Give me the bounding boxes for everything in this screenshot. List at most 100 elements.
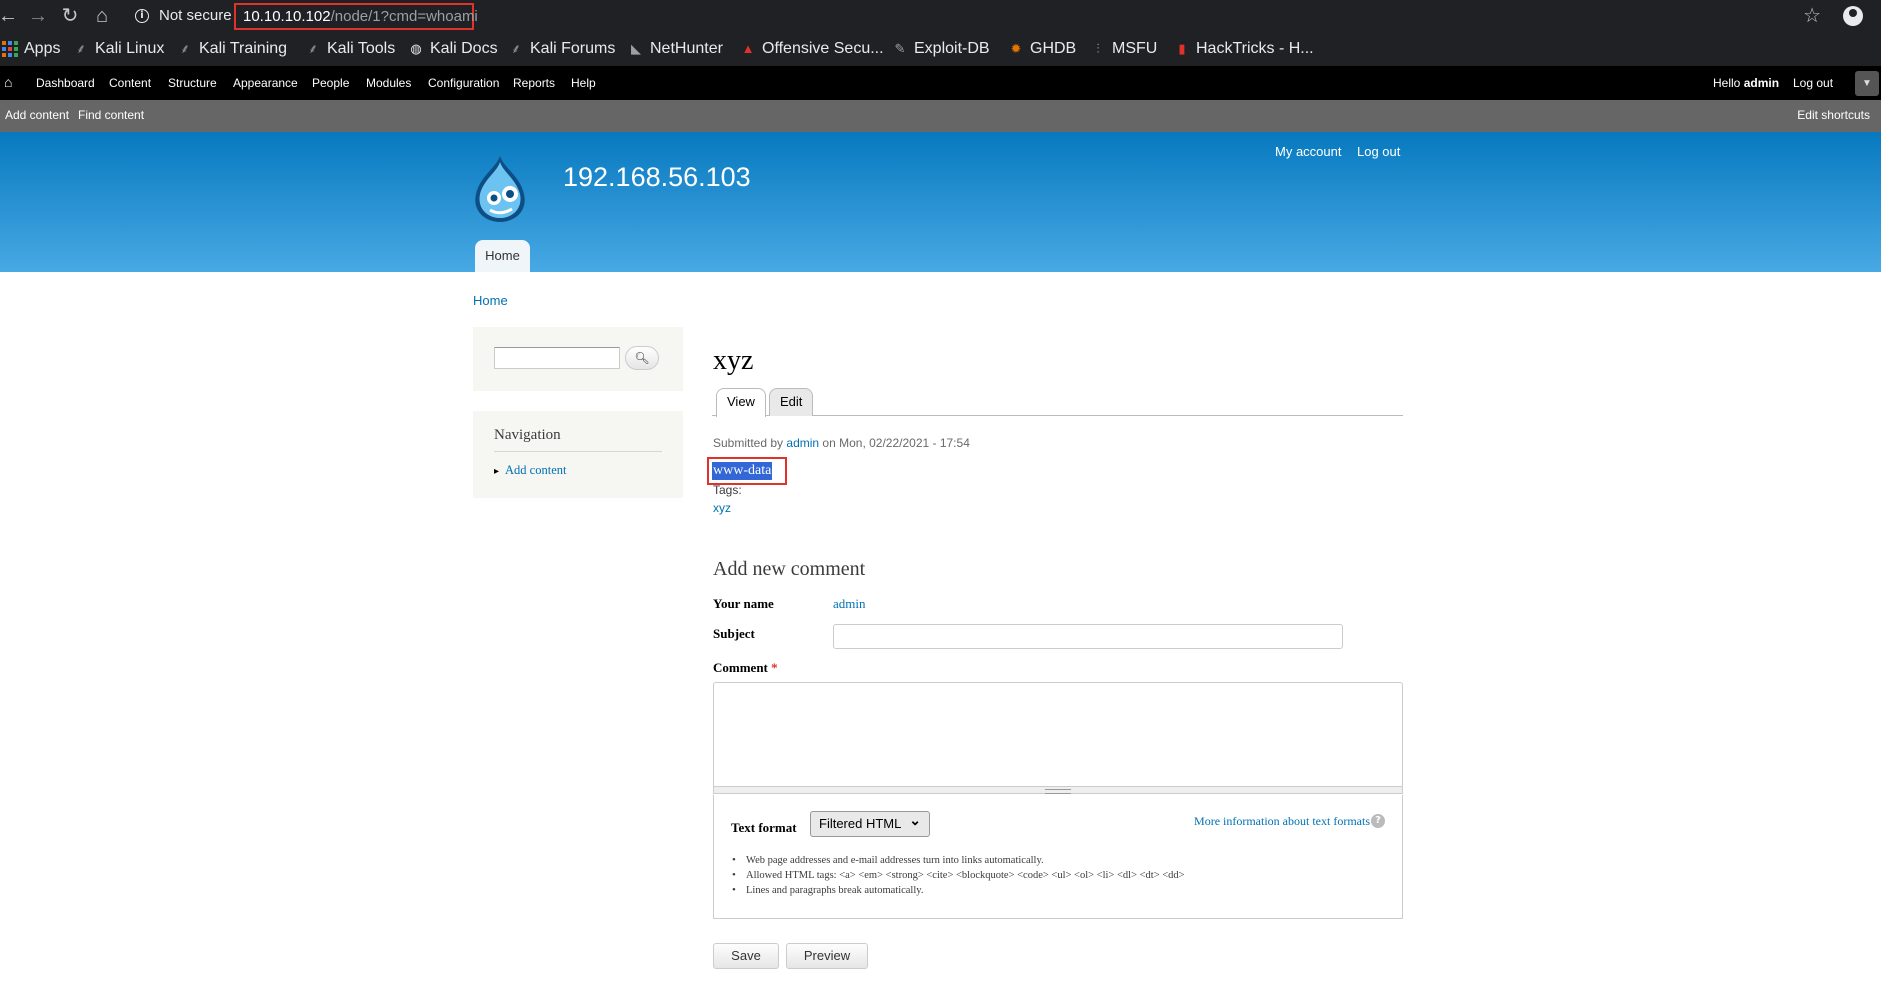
nav-add-content[interactable]: Add content bbox=[494, 463, 566, 478]
home-icon[interactable]: ⌂ bbox=[90, 4, 114, 28]
toolbar-structure[interactable]: Structure bbox=[168, 76, 217, 90]
search-icon[interactable]: 🔍︎ bbox=[625, 346, 659, 370]
bookmark-exploit-db[interactable]: ✎ Exploit-DB bbox=[892, 38, 990, 60]
tab-view[interactable]: View bbox=[716, 388, 766, 417]
node-title: xyz bbox=[713, 345, 754, 376]
info-icon[interactable]: i bbox=[135, 9, 149, 23]
bookmark-msfu[interactable]: ⫶ MSFU bbox=[1090, 38, 1157, 60]
bookmark-label: Kali Linux bbox=[95, 40, 165, 57]
back-icon[interactable]: ← bbox=[0, 4, 20, 28]
toolbar-username[interactable]: admin bbox=[1744, 76, 1779, 90]
bookmark-nethunter[interactable]: ◣ NetHunter bbox=[628, 38, 723, 60]
edit-shortcuts[interactable]: Edit shortcuts bbox=[1797, 108, 1870, 122]
hello-user: Hello admin bbox=[1713, 76, 1779, 90]
toolbar-modules[interactable]: Modules bbox=[366, 76, 411, 90]
shortcut-add-content[interactable]: Add content bbox=[5, 108, 69, 122]
address-bar[interactable]: i Not secure 10.10.10.102/node/1?cmd=who… bbox=[126, 1, 1766, 31]
navigation-block: Navigation Add content bbox=[473, 411, 683, 498]
tab-edit[interactable]: Edit bbox=[769, 388, 814, 416]
toolbar-configuration[interactable]: Configuration bbox=[428, 76, 499, 90]
toolbar-content[interactable]: Content bbox=[109, 76, 151, 90]
toolbar-reports[interactable]: Reports bbox=[513, 76, 555, 90]
kali-dragon-icon: ⸙ bbox=[308, 41, 318, 56]
bookmark-label: Kali Forums bbox=[530, 40, 616, 57]
submitted-info: Submitted by admin on Mon, 02/22/2021 - … bbox=[713, 436, 970, 450]
kali-dragon-icon: ⸙ bbox=[180, 41, 190, 56]
node-tabs: View Edit bbox=[712, 386, 1403, 417]
forward-icon[interactable]: → bbox=[26, 4, 50, 28]
profile-icon[interactable] bbox=[1843, 6, 1863, 26]
toolbar-help[interactable]: Help bbox=[571, 76, 596, 90]
header-logout-link[interactable]: Log out bbox=[1357, 144, 1400, 159]
bookmark-label: NetHunter bbox=[650, 40, 723, 57]
command-output-highlight: www-data bbox=[707, 457, 787, 485]
bookmark-kali-forums[interactable]: ⸙ Kali Forums bbox=[508, 38, 615, 60]
save-button[interactable]: Save bbox=[713, 943, 779, 969]
exploit-db-icon: ✎ bbox=[894, 41, 906, 56]
bookmark-star-icon[interactable]: ☆ bbox=[1803, 3, 1821, 28]
url-host: 10.10.10.102 bbox=[243, 8, 331, 25]
site-name[interactable]: 192.168.56.103 bbox=[563, 162, 751, 193]
toolbar-appearance[interactable]: Appearance bbox=[233, 76, 298, 90]
bookmark-label: Apps bbox=[24, 40, 61, 57]
url-text[interactable]: 10.10.10.102/node/1?cmd=whoami bbox=[234, 3, 478, 30]
search-input[interactable] bbox=[494, 347, 620, 369]
bookmark-ghdb[interactable]: ✹ GHDB bbox=[1008, 38, 1077, 60]
main-menu-home-tab[interactable]: Home bbox=[475, 240, 530, 272]
toolbar-dashboard[interactable]: Dashboard bbox=[36, 76, 95, 90]
tag-link[interactable]: xyz bbox=[713, 501, 731, 515]
toolbar-people[interactable]: People bbox=[312, 76, 349, 90]
hacktricks-icon: ▮ bbox=[1178, 41, 1186, 56]
text-format-select[interactable]: Filtered HTML bbox=[810, 808, 930, 837]
navigation-title: Navigation bbox=[494, 427, 662, 452]
drupal-logo-icon[interactable] bbox=[470, 154, 530, 224]
your-name-value[interactable]: admin bbox=[833, 596, 866, 612]
kali-dragon-icon: ⸙ bbox=[511, 41, 521, 56]
kali-dragon-icon: ⸙ bbox=[76, 41, 86, 56]
bookmark-kali-training[interactable]: ⸙ Kali Training bbox=[177, 38, 287, 60]
format-tip: Allowed HTML tags: <a> <em> <strong> <ci… bbox=[730, 869, 1185, 881]
bookmark-label: HackTricks - H... bbox=[1196, 40, 1314, 57]
bookmark-kali-linux[interactable]: ⸙ Kali Linux bbox=[73, 38, 164, 60]
apps-grid-icon bbox=[2, 41, 18, 57]
preview-button[interactable]: Preview bbox=[786, 943, 868, 969]
format-tips: Web page addresses and e-mail addresses … bbox=[730, 854, 1185, 900]
hello-prefix: Hello bbox=[1713, 76, 1741, 90]
globe-icon: ◍ bbox=[410, 41, 422, 56]
author-link[interactable]: admin bbox=[786, 436, 819, 450]
bookmark-label: Offensive Secu... bbox=[762, 40, 884, 57]
comment-label-text: Comment bbox=[713, 660, 768, 675]
required-mark: * bbox=[771, 660, 778, 675]
bookmark-apps[interactable]: Apps bbox=[2, 38, 60, 60]
comment-textarea[interactable] bbox=[713, 682, 1403, 790]
bookmark-label: GHDB bbox=[1030, 40, 1077, 57]
bookmark-offensive-security[interactable]: ▲ Offensive Secu... bbox=[740, 38, 884, 60]
bookmarks-bar: Apps ⸙ Kali Linux ⸙ Kali Training ⸙ Kali To… bbox=[0, 32, 1881, 66]
breadcrumb-home[interactable]: Home bbox=[473, 293, 508, 308]
subject-input[interactable] bbox=[833, 624, 1343, 649]
security-label: Not secure bbox=[159, 7, 232, 24]
home-icon[interactable]: ⌂ bbox=[4, 74, 18, 90]
bookmark-kali-docs[interactable]: ◍ Kali Docs bbox=[408, 38, 497, 60]
msfu-icon: ⫶ bbox=[1096, 41, 1100, 56]
bookmark-label: Kali Training bbox=[199, 40, 288, 57]
command-output: www-data bbox=[712, 462, 773, 480]
shortcuts-bar: Add content Find content Edit shortcuts bbox=[0, 100, 1881, 132]
text-format-label: Text format bbox=[731, 820, 797, 835]
reload-icon[interactable]: ↻ bbox=[58, 4, 82, 28]
comment-form-title: Add new comment bbox=[713, 558, 866, 580]
more-info-link[interactable]: More information about text formats bbox=[1194, 814, 1370, 829]
toolbar-toggle-icon[interactable]: ▼ bbox=[1855, 71, 1879, 96]
submitted-date: on Mon, 02/22/2021 - 17:54 bbox=[822, 436, 970, 450]
submitted-prefix: Submitted by bbox=[713, 436, 784, 450]
nethunter-icon: ◣ bbox=[631, 41, 641, 56]
help-icon[interactable]: ? bbox=[1371, 814, 1385, 828]
bookmark-label: Kali Tools bbox=[327, 40, 396, 57]
toolbar-logout[interactable]: Log out bbox=[1793, 76, 1833, 90]
bookmark-kali-tools[interactable]: ⸙ Kali Tools bbox=[305, 38, 395, 60]
tags-label: Tags: bbox=[713, 483, 742, 497]
bookmark-hacktricks[interactable]: ▮ HackTricks - H... bbox=[1174, 38, 1314, 60]
shortcut-find-content[interactable]: Find content bbox=[78, 108, 144, 122]
textarea-resize-handle[interactable] bbox=[713, 786, 1403, 794]
my-account-link[interactable]: My account bbox=[1275, 144, 1341, 159]
